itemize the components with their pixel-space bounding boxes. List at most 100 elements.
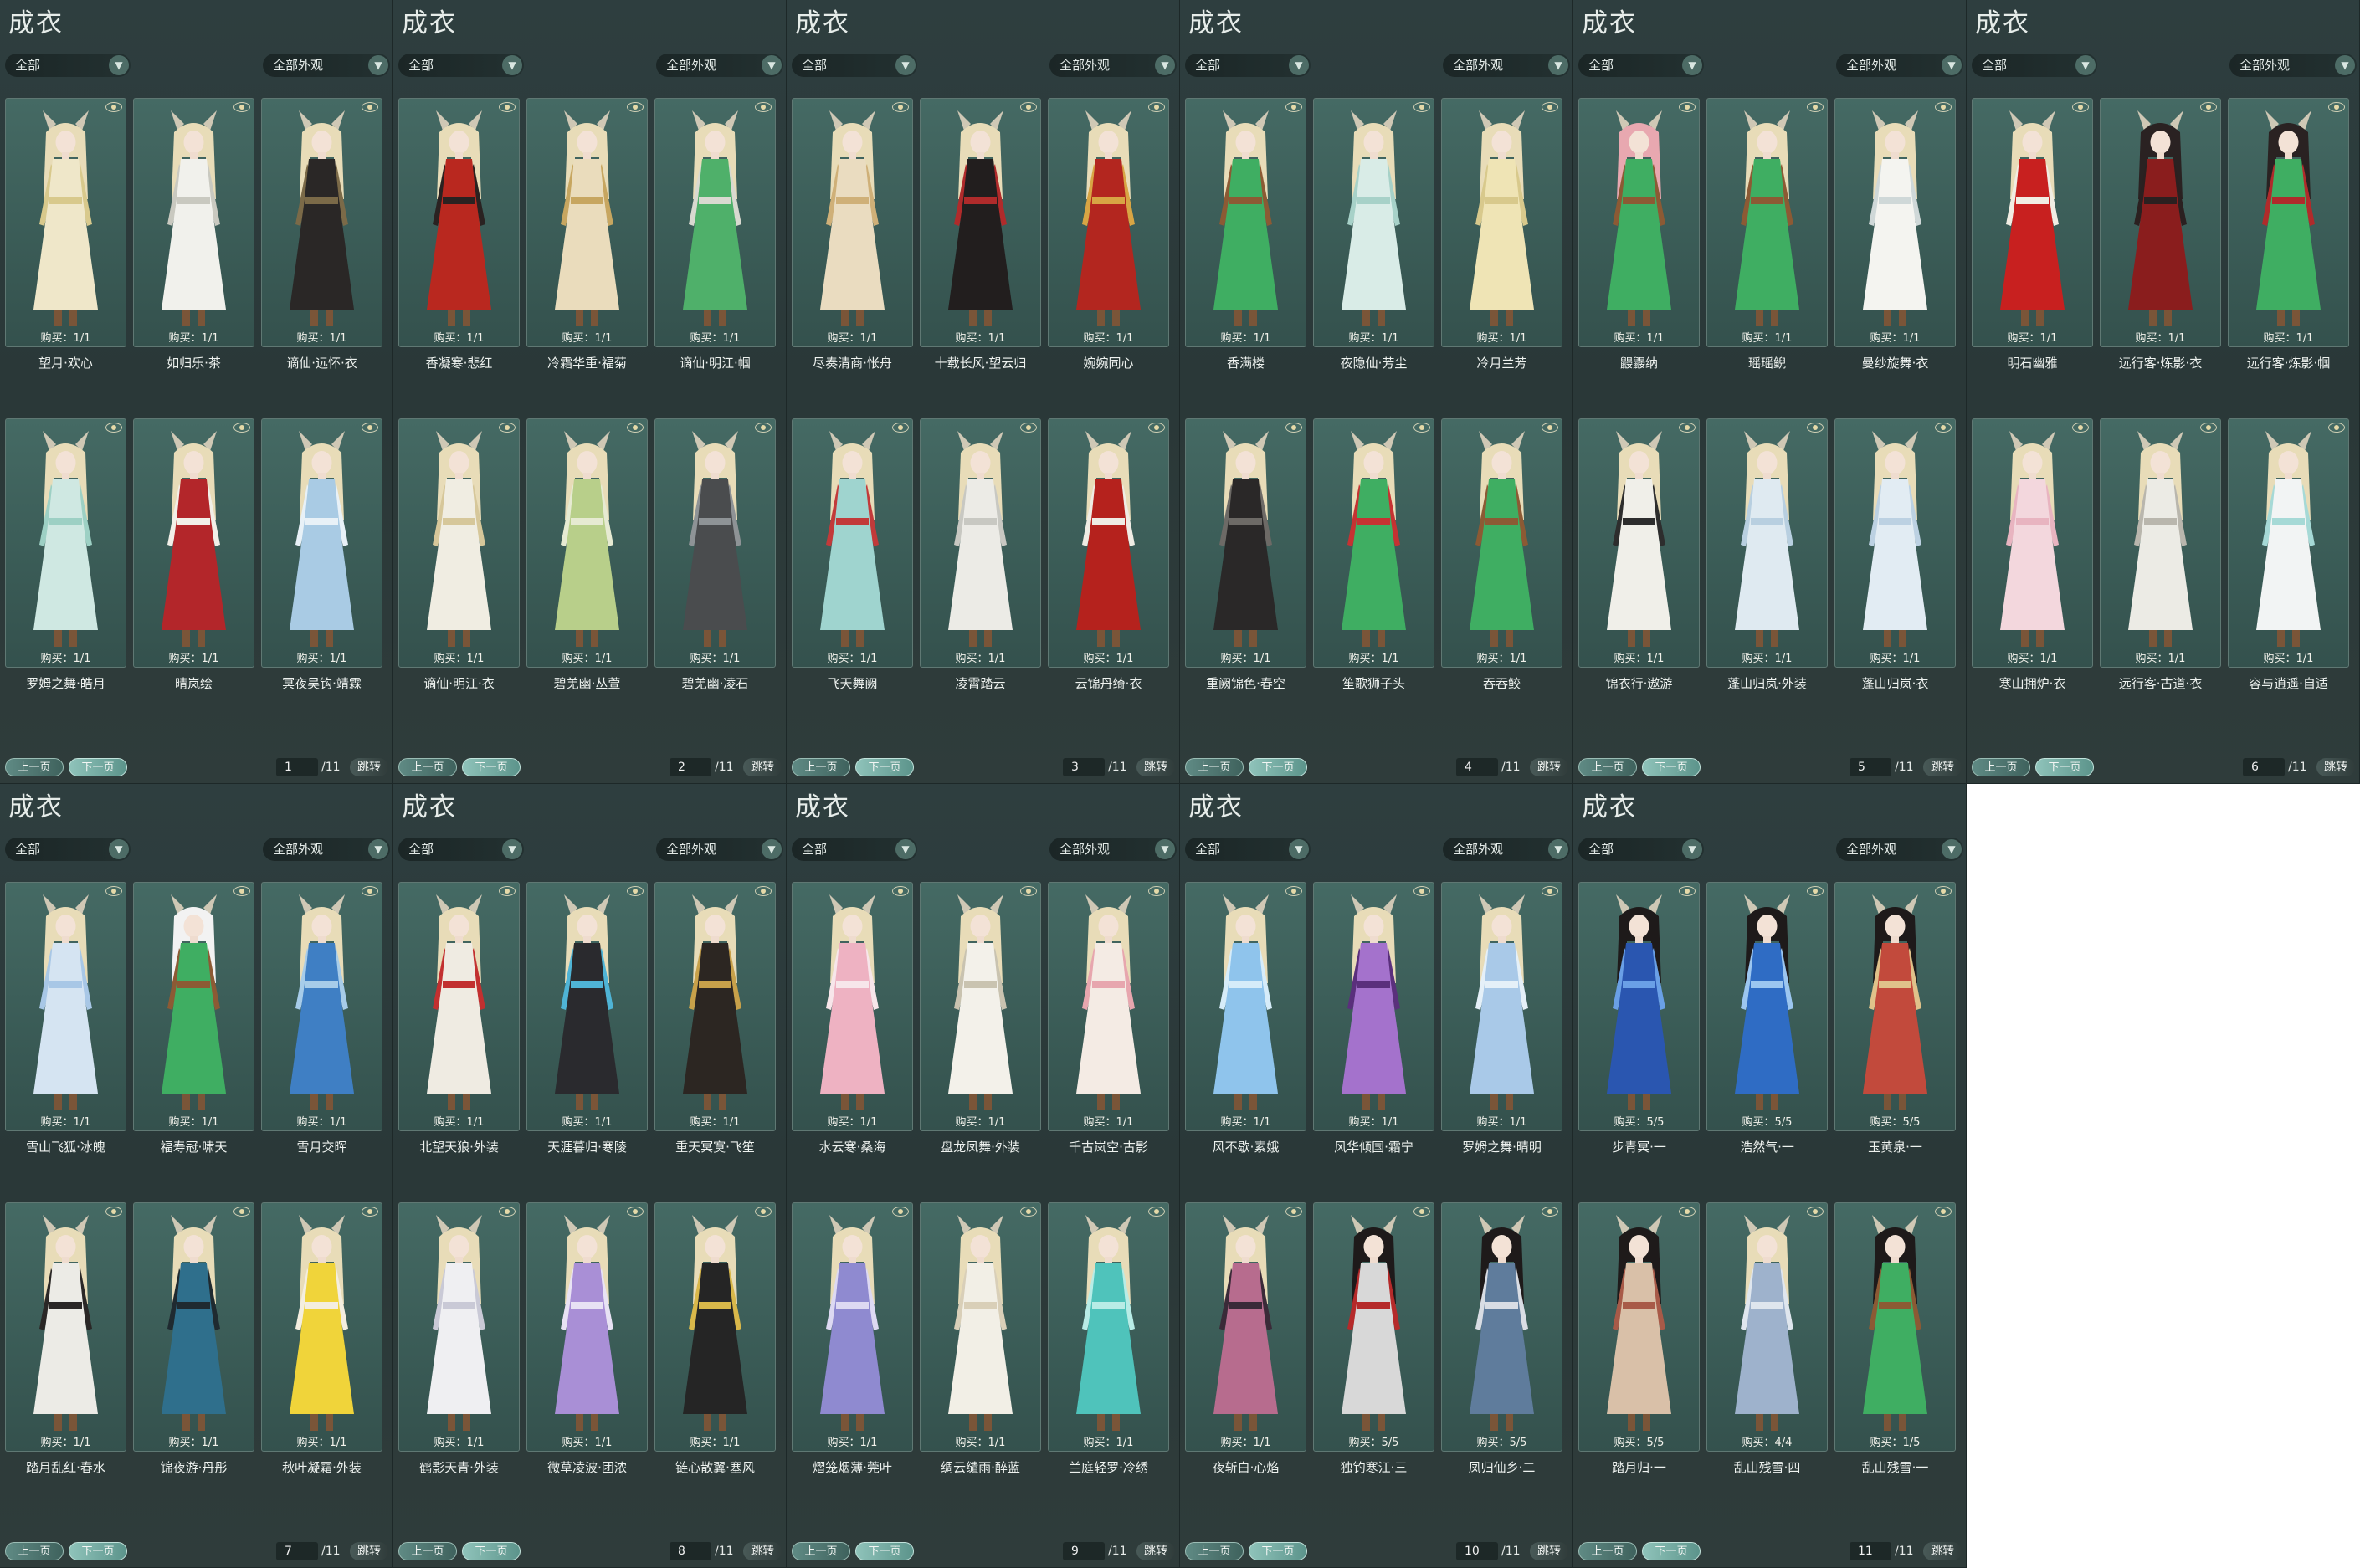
eye-icon[interactable] <box>892 886 909 896</box>
prev-page-button[interactable]: 上一页 <box>398 758 457 776</box>
category-dropdown[interactable]: 全部 ▼ <box>5 54 131 77</box>
eye-icon[interactable] <box>755 1207 772 1217</box>
outfit-card[interactable]: 购买：1/1 <box>792 98 913 347</box>
chevron-down-icon[interactable]: ▼ <box>1289 55 1309 75</box>
chevron-down-icon[interactable]: ▼ <box>368 55 388 75</box>
outfit-card[interactable]: 购买：1/1 <box>792 882 913 1131</box>
category-dropdown[interactable]: 全部 ▼ <box>5 838 131 861</box>
appearance-dropdown[interactable]: 全部外观 ▼ <box>1049 838 1177 861</box>
outfit-card[interactable]: 购买：1/1 <box>1313 98 1434 347</box>
outfit-card[interactable]: 购买：1/1 <box>5 418 126 668</box>
outfit-card[interactable]: 购买：1/1 <box>1706 98 1828 347</box>
category-dropdown[interactable]: 全部 ▼ <box>398 54 524 77</box>
outfit-card[interactable]: 购买：1/1 <box>1048 882 1169 1131</box>
outfit-card[interactable]: 购买：1/1 <box>654 418 776 668</box>
eye-icon[interactable] <box>362 102 378 112</box>
outfit-card[interactable]: 购买：1/1 <box>654 98 776 347</box>
appearance-dropdown[interactable]: 全部外观 ▼ <box>656 54 783 77</box>
outfit-card[interactable]: 购买：1/1 <box>1441 418 1562 668</box>
eye-icon[interactable] <box>499 102 516 112</box>
chevron-down-icon[interactable]: ▼ <box>1155 839 1175 859</box>
jump-button[interactable]: 跳转 <box>1136 758 1175 776</box>
outfit-card[interactable]: 购买：1/1 <box>261 1202 382 1452</box>
eye-icon[interactable] <box>755 423 772 433</box>
next-page-button[interactable]: 下一页 <box>855 1542 914 1560</box>
page-number-input[interactable]: 9 <box>1063 1542 1105 1560</box>
eye-icon[interactable] <box>1542 102 1558 112</box>
eye-icon[interactable] <box>755 102 772 112</box>
eye-icon[interactable] <box>1679 1207 1696 1217</box>
eye-icon[interactable] <box>1679 423 1696 433</box>
prev-page-button[interactable]: 上一页 <box>1578 758 1637 776</box>
eye-icon[interactable] <box>2328 423 2345 433</box>
outfit-card[interactable]: 购买：1/1 <box>1185 418 1306 668</box>
prev-page-button[interactable]: 上一页 <box>1578 1542 1637 1560</box>
outfit-card[interactable]: 购买：1/1 <box>1834 98 1956 347</box>
eye-icon[interactable] <box>1542 423 1558 433</box>
outfit-card[interactable]: 购买：1/1 <box>1972 418 2093 668</box>
eye-icon[interactable] <box>233 1207 250 1217</box>
eye-icon[interactable] <box>1285 1207 1302 1217</box>
outfit-card[interactable]: 购买：1/1 <box>526 882 648 1131</box>
outfit-card[interactable]: 购买：5/5 <box>1313 1202 1434 1452</box>
eye-icon[interactable] <box>1020 886 1037 896</box>
chevron-down-icon[interactable]: ▼ <box>2335 55 2355 75</box>
next-page-button[interactable]: 下一页 <box>1642 1542 1701 1560</box>
outfit-card[interactable]: 购买：4/4 <box>1706 1202 1828 1452</box>
outfit-card[interactable]: 购买：5/5 <box>1578 882 1700 1131</box>
eye-icon[interactable] <box>233 423 250 433</box>
outfit-card[interactable]: 购买：1/1 <box>1578 98 1700 347</box>
next-page-button[interactable]: 下一页 <box>855 758 914 776</box>
eye-icon[interactable] <box>627 102 644 112</box>
outfit-card[interactable]: 购买：1/1 <box>1313 418 1434 668</box>
jump-button[interactable]: 跳转 <box>1923 758 1962 776</box>
eye-icon[interactable] <box>1285 423 1302 433</box>
outfit-card[interactable]: 购买：1/1 <box>920 1202 1041 1452</box>
page-number-input[interactable]: 10 <box>1456 1542 1498 1560</box>
eye-icon[interactable] <box>892 423 909 433</box>
chevron-down-icon[interactable]: ▼ <box>1548 55 1568 75</box>
eye-icon[interactable] <box>233 102 250 112</box>
appearance-dropdown[interactable]: 全部外观 ▼ <box>1443 838 1570 861</box>
eye-icon[interactable] <box>105 102 122 112</box>
appearance-dropdown[interactable]: 全部外观 ▼ <box>2229 54 2357 77</box>
jump-button[interactable]: 跳转 <box>2316 758 2355 776</box>
chevron-down-icon[interactable]: ▼ <box>1942 839 1962 859</box>
next-page-button[interactable]: 下一页 <box>1249 1542 1307 1560</box>
chevron-down-icon[interactable]: ▼ <box>1942 55 1962 75</box>
chevron-down-icon[interactable]: ▼ <box>368 839 388 859</box>
outfit-card[interactable]: 购买：1/1 <box>398 882 520 1131</box>
outfit-card[interactable]: 购买：1/1 <box>133 418 254 668</box>
category-dropdown[interactable]: 全部 ▼ <box>398 838 524 861</box>
outfit-card[interactable]: 购买：1/1 <box>526 98 648 347</box>
outfit-card[interactable]: 购买：1/1 <box>920 418 1041 668</box>
outfit-card[interactable]: 购买：1/1 <box>1185 98 1306 347</box>
eye-icon[interactable] <box>362 1207 378 1217</box>
outfit-card[interactable]: 购买：1/1 <box>1185 882 1306 1131</box>
eye-icon[interactable] <box>499 1207 516 1217</box>
outfit-card[interactable]: 购买：1/1 <box>133 1202 254 1452</box>
next-page-button[interactable]: 下一页 <box>69 1542 127 1560</box>
chevron-down-icon[interactable]: ▼ <box>762 55 782 75</box>
eye-icon[interactable] <box>892 1207 909 1217</box>
outfit-card[interactable]: 购买：1/1 <box>1706 418 1828 668</box>
outfit-card[interactable]: 购买：5/5 <box>1834 882 1956 1131</box>
eye-icon[interactable] <box>627 423 644 433</box>
eye-icon[interactable] <box>1148 423 1165 433</box>
next-page-button[interactable]: 下一页 <box>1249 758 1307 776</box>
outfit-card[interactable]: 购买：1/1 <box>1048 1202 1169 1452</box>
jump-button[interactable]: 跳转 <box>350 758 388 776</box>
outfit-card[interactable]: 购买：1/1 <box>1441 882 1562 1131</box>
chevron-down-icon[interactable]: ▼ <box>502 839 522 859</box>
category-dropdown[interactable]: 全部 ▼ <box>792 838 917 861</box>
eye-icon[interactable] <box>1935 423 1952 433</box>
jump-button[interactable]: 跳转 <box>1136 1542 1175 1560</box>
page-number-input[interactable]: 2 <box>670 758 711 776</box>
eye-icon[interactable] <box>1285 886 1302 896</box>
eye-icon[interactable] <box>1935 886 1952 896</box>
page-number-input[interactable]: 3 <box>1063 758 1105 776</box>
jump-button[interactable]: 跳转 <box>350 1542 388 1560</box>
outfit-card[interactable]: 购买：1/1 <box>2228 418 2349 668</box>
appearance-dropdown[interactable]: 全部外观 ▼ <box>1049 54 1177 77</box>
eye-icon[interactable] <box>1679 102 1696 112</box>
